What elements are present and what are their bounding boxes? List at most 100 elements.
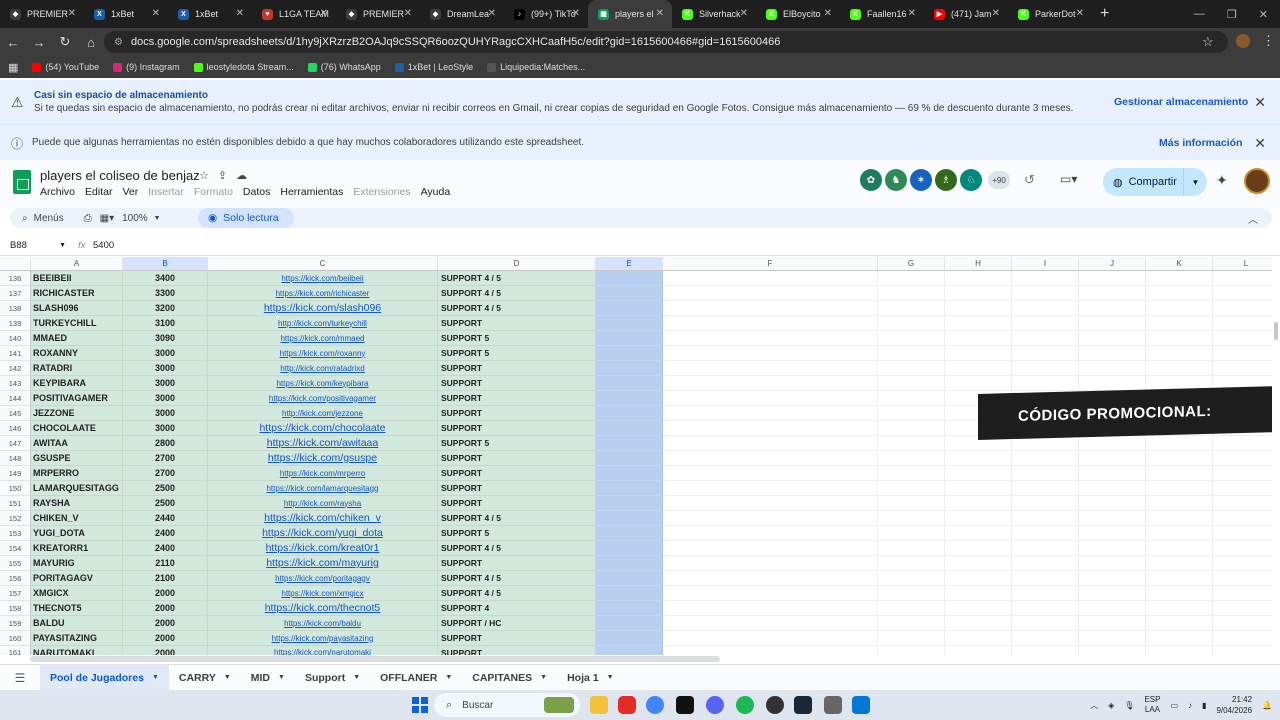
player-name-cell[interactable]: ROXANNY bbox=[31, 346, 123, 361]
sheet-tab[interactable]: CAPITANES ▼ bbox=[462, 665, 557, 691]
empty-cell[interactable] bbox=[1012, 451, 1079, 466]
share-button[interactable]: ◍ Compartir ▼ bbox=[1103, 168, 1207, 196]
mmr-cell[interactable]: 2110 bbox=[123, 556, 208, 571]
bookmark-item[interactable]: 1xBet | LeoStyle bbox=[394, 62, 473, 72]
taskbar-search[interactable]: ⌕ Buscar bbox=[434, 693, 580, 717]
empty-cell[interactable] bbox=[1079, 451, 1146, 466]
browser-tab[interactable]: ◆ PREMIER ✕ bbox=[336, 0, 420, 28]
selected-cell[interactable] bbox=[596, 496, 663, 511]
row-header[interactable]: 137 bbox=[0, 286, 31, 301]
format-icon[interactable]: ▦▾ bbox=[100, 213, 114, 224]
player-name-cell[interactable]: KEYPIBARA bbox=[31, 376, 123, 391]
selected-cell[interactable] bbox=[596, 586, 663, 601]
role-cell[interactable]: SUPPORT bbox=[438, 316, 596, 331]
file-explorer-icon[interactable] bbox=[590, 696, 608, 714]
selected-cell[interactable] bbox=[596, 376, 663, 391]
player-name-cell[interactable]: RATADRI bbox=[31, 361, 123, 376]
stream-link-cell[interactable]: https://kick.com/mmaed bbox=[208, 331, 438, 346]
youtube-app-icon[interactable] bbox=[618, 696, 636, 714]
gemini-icon[interactable]: ✦ bbox=[1216, 172, 1228, 189]
empty-cell[interactable] bbox=[1146, 346, 1213, 361]
row-header[interactable]: 158 bbox=[0, 601, 31, 616]
sheet-tab[interactable]: OFFLANER ▼ bbox=[370, 665, 462, 691]
row-header[interactable]: 139 bbox=[0, 316, 31, 331]
stream-link-cell[interactable]: https://kick.com/baldu bbox=[208, 616, 438, 631]
player-name-cell[interactable]: MAYURIG bbox=[31, 556, 123, 571]
empty-cell[interactable] bbox=[1213, 451, 1272, 466]
empty-cell[interactable] bbox=[1146, 496, 1213, 511]
cloud-status-icon[interactable]: ☁ bbox=[236, 170, 256, 182]
empty-cell[interactable] bbox=[945, 466, 1012, 481]
menu-ayuda[interactable]: Ayuda bbox=[421, 186, 451, 198]
empty-cell[interactable] bbox=[878, 421, 945, 436]
empty-cell[interactable] bbox=[1146, 616, 1213, 631]
empty-cell[interactable] bbox=[945, 511, 1012, 526]
empty-cell[interactable] bbox=[1213, 511, 1272, 526]
empty-cell[interactable] bbox=[663, 391, 878, 406]
empty-cell[interactable] bbox=[663, 466, 878, 481]
collaborator-avatar[interactable]: ✿ bbox=[860, 169, 882, 191]
row-header[interactable]: 144 bbox=[0, 391, 31, 406]
empty-cell[interactable] bbox=[1213, 361, 1272, 376]
empty-cell[interactable] bbox=[663, 271, 878, 286]
empty-cell[interactable] bbox=[1146, 601, 1213, 616]
selected-cell[interactable] bbox=[596, 286, 663, 301]
mmr-cell[interactable]: 3000 bbox=[123, 361, 208, 376]
empty-cell[interactable] bbox=[945, 271, 1012, 286]
empty-cell[interactable] bbox=[663, 481, 878, 496]
selected-cell[interactable] bbox=[596, 511, 663, 526]
player-name-cell[interactable]: PAYASITAZING bbox=[31, 631, 123, 646]
empty-cell[interactable] bbox=[945, 346, 1012, 361]
empty-cell[interactable] bbox=[1079, 331, 1146, 346]
role-cell[interactable]: SUPPORT 4 / 5 bbox=[438, 541, 596, 556]
column-header-b[interactable]: B bbox=[123, 257, 208, 271]
player-name-cell[interactable]: KREATORR1 bbox=[31, 541, 123, 556]
empty-cell[interactable] bbox=[878, 601, 945, 616]
close-icon[interactable]: ✕ bbox=[68, 8, 76, 19]
column-header-j[interactable]: J bbox=[1079, 257, 1146, 271]
language-indicator[interactable]: ESP LAA bbox=[1144, 695, 1160, 715]
role-cell[interactable]: SUPPORT bbox=[438, 466, 596, 481]
empty-cell[interactable] bbox=[878, 271, 945, 286]
sheet-tab[interactable]: Support ▼ bbox=[295, 665, 370, 691]
stream-link-cell[interactable]: https://kick.com/awitaaa bbox=[208, 436, 438, 451]
selected-cell[interactable] bbox=[596, 391, 663, 406]
row-header[interactable]: 142 bbox=[0, 361, 31, 376]
empty-cell[interactable] bbox=[1213, 286, 1272, 301]
row-header[interactable]: 147 bbox=[0, 436, 31, 451]
empty-cell[interactable] bbox=[1079, 556, 1146, 571]
player-name-cell[interactable]: RICHICASTER bbox=[31, 286, 123, 301]
empty-cell[interactable] bbox=[663, 451, 878, 466]
empty-cell[interactable] bbox=[1213, 466, 1272, 481]
stream-link-cell[interactable]: https://kick.com/payasitazing bbox=[208, 631, 438, 646]
empty-cell[interactable] bbox=[1079, 601, 1146, 616]
empty-cell[interactable] bbox=[1012, 556, 1079, 571]
selected-cell[interactable] bbox=[596, 346, 663, 361]
empty-cell[interactable] bbox=[1079, 631, 1146, 646]
clock[interactable]: 21:42 9/04/2026 bbox=[1216, 694, 1252, 716]
stream-link-cell[interactable]: https://kick.com/chiken_v bbox=[208, 511, 438, 526]
column-header-k[interactable]: K bbox=[1146, 257, 1213, 271]
player-name-cell[interactable]: CHIKEN_V bbox=[31, 511, 123, 526]
row-header[interactable]: 136 bbox=[0, 271, 31, 286]
sheet-tab[interactable]: Pool de Jugadores ▼ bbox=[40, 664, 169, 691]
empty-cell[interactable] bbox=[878, 646, 945, 655]
empty-cell[interactable] bbox=[663, 541, 878, 556]
empty-cell[interactable] bbox=[1146, 331, 1213, 346]
collaborator-avatar[interactable]: ♘ bbox=[960, 169, 982, 191]
column-header-f[interactable]: F bbox=[663, 257, 878, 271]
chevron-up-icon[interactable]: ︿ bbox=[1090, 700, 1098, 711]
empty-cell[interactable] bbox=[663, 616, 878, 631]
sheets-logo-icon[interactable] bbox=[13, 170, 31, 194]
sheet-tab[interactable]: MID ▼ bbox=[241, 665, 295, 691]
empty-cell[interactable] bbox=[945, 496, 1012, 511]
empty-cell[interactable] bbox=[1012, 316, 1079, 331]
stream-link-cell[interactable]: https://kick.com/poritagagv bbox=[208, 571, 438, 586]
empty-cell[interactable] bbox=[1146, 526, 1213, 541]
empty-cell[interactable] bbox=[1213, 616, 1272, 631]
player-name-cell[interactable]: GSUSPE bbox=[31, 451, 123, 466]
empty-cell[interactable] bbox=[878, 571, 945, 586]
mmr-cell[interactable]: 2000 bbox=[123, 631, 208, 646]
empty-cell[interactable] bbox=[1012, 541, 1079, 556]
notifications-icon[interactable]: 🔔 bbox=[1262, 701, 1272, 710]
